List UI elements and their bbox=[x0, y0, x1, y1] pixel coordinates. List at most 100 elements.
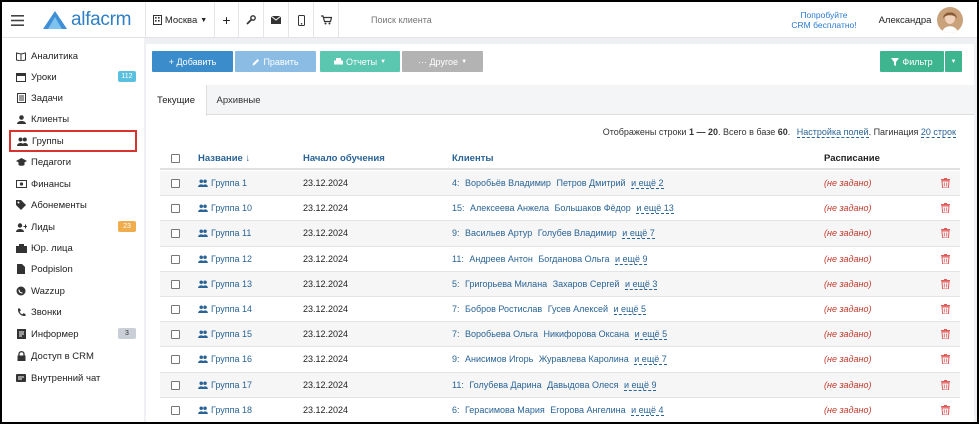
group-link[interactable]: Группа 12 bbox=[198, 254, 252, 264]
client-link[interactable]: Богданова Ольга bbox=[538, 254, 609, 264]
group-link[interactable]: Группа 1 bbox=[198, 178, 247, 188]
sidebar-item-internal-chat[interactable]: Внутренний чат bbox=[10, 368, 140, 388]
table-row[interactable]: Группа 10 23.12.2024 15: Алексеева Анжела … bbox=[160, 196, 960, 222]
user-menu[interactable]: Александра bbox=[869, 2, 973, 38]
hamburger-menu-icon[interactable] bbox=[2, 2, 32, 38]
row-checkbox[interactable] bbox=[171, 229, 180, 239]
row-checkbox[interactable] bbox=[171, 254, 180, 264]
sidebar-item-leads[interactable]: Лиды 23 bbox=[10, 217, 140, 237]
search-input[interactable] bbox=[371, 15, 671, 25]
client-link[interactable]: Бобров Ростислав bbox=[465, 304, 542, 314]
trash-icon[interactable] bbox=[941, 203, 950, 215]
group-link[interactable]: Группа 18 bbox=[198, 405, 252, 415]
mobile-phone-icon[interactable] bbox=[289, 2, 314, 38]
sidebar-item-crm-access[interactable]: Доступ в CRM bbox=[10, 346, 140, 366]
more-clients-link[interactable]: и ещё 5 bbox=[634, 329, 668, 341]
trash-icon[interactable] bbox=[941, 329, 950, 341]
sidebar-item-informer[interactable]: Информер 3 bbox=[10, 324, 140, 344]
select-all-checkbox[interactable] bbox=[171, 154, 180, 163]
row-checkbox[interactable] bbox=[171, 405, 180, 415]
envelope-icon[interactable] bbox=[264, 2, 289, 38]
more-clients-link[interactable]: и ещё 7 bbox=[634, 354, 667, 366]
filter-dropdown-toggle[interactable]: ▼ bbox=[945, 51, 962, 72]
row-checkbox[interactable] bbox=[171, 204, 180, 214]
sidebar-item-analytics[interactable]: Аналитика bbox=[10, 46, 140, 66]
trash-icon[interactable] bbox=[941, 278, 950, 291]
table-row[interactable]: Группа 1 23.12.2024 4: Воробьёв Владимир П… bbox=[160, 171, 960, 197]
row-checkbox[interactable] bbox=[171, 279, 180, 289]
group-link[interactable]: Группа 13 bbox=[198, 279, 252, 289]
table-row[interactable]: Группа 13 23.12.2024 5: Григорьева Милана … bbox=[160, 271, 960, 297]
client-link[interactable]: Герасимова Мария bbox=[465, 405, 545, 415]
trash-icon[interactable] bbox=[941, 379, 950, 392]
trash-icon[interactable] bbox=[941, 304, 950, 316]
promo-link[interactable]: Попробуйте CRM бесплатно! bbox=[779, 2, 869, 38]
client-link[interactable]: Воробьева Ольга bbox=[465, 329, 538, 339]
trash-icon[interactable] bbox=[941, 228, 950, 240]
more-clients-link[interactable]: и ещё 9 bbox=[624, 379, 657, 391]
group-link[interactable]: Группа 14 bbox=[198, 304, 252, 314]
trash-icon[interactable] bbox=[941, 354, 950, 366]
sidebar-item-teachers[interactable]: Педагоги bbox=[10, 152, 140, 172]
sidebar-item-wazzup[interactable]: Wazzup bbox=[10, 281, 140, 301]
edit-button[interactable]: Править bbox=[235, 51, 316, 72]
other-button[interactable]: ··· Другое ▼ bbox=[402, 51, 483, 72]
table-row[interactable]: Группа 15 23.12.2024 7: Воробьева Ольга Ни… bbox=[160, 322, 960, 348]
filter-button[interactable]: Фильтр bbox=[880, 51, 944, 72]
tab-archive[interactable]: Архивные bbox=[208, 85, 269, 115]
tab-current[interactable]: Текущие bbox=[146, 85, 207, 116]
sidebar-item-clients[interactable]: Клиенты bbox=[10, 109, 140, 129]
more-clients-link[interactable]: и ещё 7 bbox=[622, 228, 655, 240]
client-link[interactable]: Захаров Сергей bbox=[553, 279, 620, 289]
more-clients-link[interactable]: и ещё 13 bbox=[636, 203, 674, 215]
client-link[interactable]: Голубев Владимир bbox=[538, 228, 617, 238]
table-row[interactable]: Группа 11 23.12.2024 9: Васильев Артур Гол… bbox=[160, 221, 960, 247]
client-link[interactable]: Большаков Фёдор bbox=[555, 203, 631, 213]
row-checkbox[interactable] bbox=[171, 355, 180, 365]
group-link[interactable]: Группа 11 bbox=[198, 228, 251, 238]
more-clients-link[interactable]: и ещё 3 bbox=[624, 278, 658, 290]
column-header-name[interactable]: Название ↓ bbox=[198, 153, 250, 164]
more-clients-link[interactable]: и ещё 2 bbox=[631, 178, 664, 189]
client-search[interactable] bbox=[339, 2, 779, 38]
sidebar-item-tasks[interactable]: Задачи bbox=[10, 88, 140, 108]
column-header-clients[interactable]: Клиенты bbox=[452, 153, 493, 164]
add-button[interactable]: + Добавить bbox=[152, 51, 233, 72]
sidebar-item-subscriptions[interactable]: Абонементы bbox=[10, 195, 140, 215]
sidebar-item-groups[interactable]: Группы bbox=[9, 130, 137, 152]
column-header-start[interactable]: Начало обучения bbox=[303, 153, 385, 164]
more-clients-link[interactable]: и ещё 4 bbox=[631, 404, 664, 416]
table-row[interactable]: Группа 17 23.12.2024 11: Голубева Дарина Д… bbox=[160, 372, 960, 398]
pagination-link[interactable]: 20 строк bbox=[920, 127, 956, 138]
group-link[interactable]: Группа 15 bbox=[198, 329, 252, 339]
more-clients-link[interactable]: и ещё 9 bbox=[615, 253, 648, 265]
client-link[interactable]: Никифорова Оксана bbox=[544, 329, 630, 339]
trash-icon[interactable] bbox=[941, 178, 950, 190]
trash-icon[interactable] bbox=[941, 253, 950, 266]
trash-icon[interactable] bbox=[941, 404, 950, 417]
row-checkbox[interactable] bbox=[171, 179, 180, 188]
table-row[interactable]: Группа 16 23.12.2024 9: Анисимов Игорь Жур… bbox=[160, 347, 960, 373]
client-link[interactable]: Григорьева Милана bbox=[465, 279, 547, 289]
shopping-cart-icon[interactable] bbox=[314, 2, 339, 38]
table-row[interactable]: Группа 18 23.12.2024 6: Герасимова Мария Е… bbox=[160, 398, 960, 422]
row-checkbox[interactable] bbox=[171, 380, 180, 390]
client-link[interactable]: Давыдова Олеся bbox=[547, 380, 618, 390]
sidebar-item-podpislon[interactable]: Podpislon bbox=[10, 259, 140, 279]
group-link[interactable]: Группа 16 bbox=[198, 354, 252, 364]
table-row[interactable]: Группа 14 23.12.2024 7: Бобров Ростислав Г… bbox=[160, 297, 960, 323]
group-link[interactable]: Группа 10 bbox=[198, 203, 252, 213]
more-clients-link[interactable]: и ещё 5 bbox=[613, 304, 646, 315]
logo[interactable]: alfacrm bbox=[36, 2, 146, 38]
add-plus-icon[interactable]: + bbox=[215, 2, 239, 38]
sidebar-item-calls[interactable]: Звонки bbox=[10, 302, 140, 322]
row-checkbox[interactable] bbox=[171, 305, 180, 314]
client-link[interactable]: Егорова Ангелина bbox=[550, 405, 625, 415]
group-link[interactable]: Группа 17 bbox=[198, 380, 252, 390]
row-checkbox[interactable] bbox=[171, 330, 180, 340]
table-row[interactable]: Группа 12 23.12.2024 11: Андреев Антон Бог… bbox=[160, 247, 960, 272]
client-link[interactable]: Журавлева Каролина bbox=[539, 354, 629, 364]
client-link[interactable]: Гусев Алексей bbox=[548, 304, 608, 314]
wrench-icon[interactable] bbox=[239, 2, 264, 38]
client-link[interactable]: Васильев Артур bbox=[465, 228, 532, 238]
